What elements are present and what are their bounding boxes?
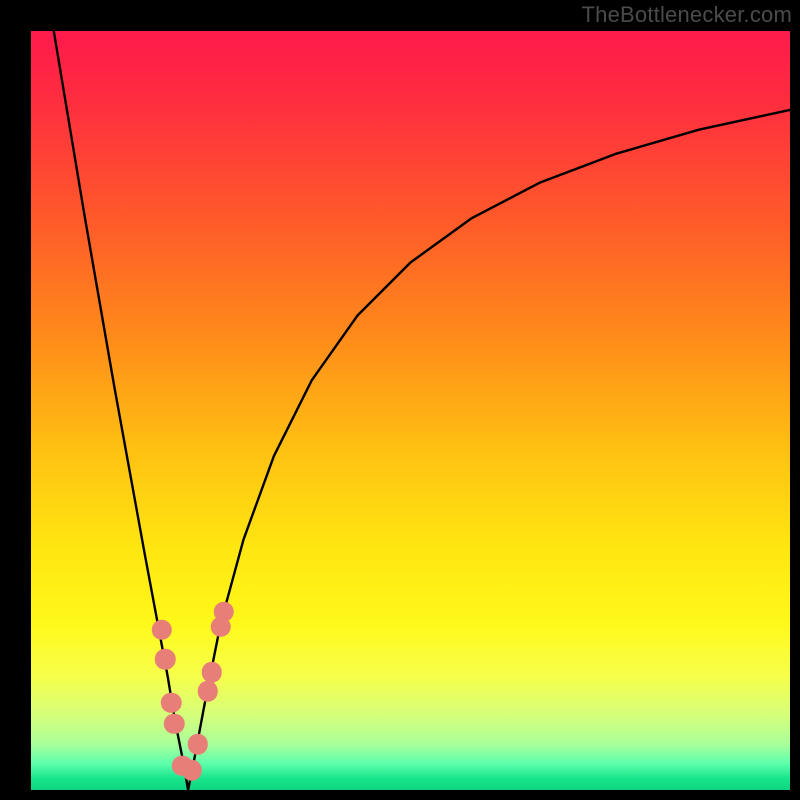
data-marker: [182, 760, 202, 780]
data-marker: [155, 649, 175, 669]
chart-frame: TheBottlenecker.com: [0, 0, 800, 800]
data-marker: [188, 734, 208, 754]
data-marker: [161, 692, 181, 712]
watermark-label: TheBottlenecker.com: [582, 2, 792, 28]
marker-layer: [31, 31, 790, 790]
data-marker: [151, 620, 171, 640]
data-marker: [198, 681, 218, 701]
plot-area: [31, 31, 790, 790]
data-marker: [214, 601, 234, 621]
data-marker: [164, 714, 184, 734]
data-marker: [201, 662, 221, 682]
